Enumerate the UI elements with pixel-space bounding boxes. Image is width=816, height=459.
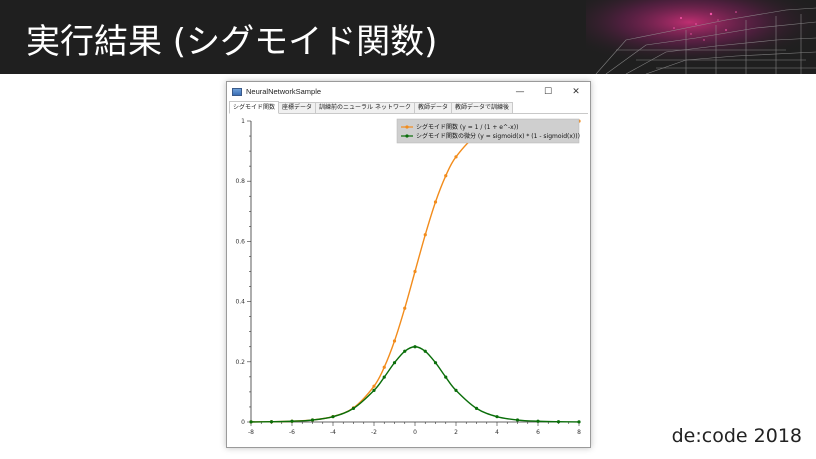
series-1-point (382, 375, 386, 379)
app-window: NeuralNetworkSample — ☐ ✕ シグモイド関数 座標データ … (226, 81, 591, 448)
series-0-point (433, 200, 438, 204)
y-tick-label: 0.2 (235, 359, 245, 366)
series-0-point (403, 306, 407, 310)
series-1-point (310, 418, 315, 422)
tab-untrained-network[interactable]: 訓練前のニューラル ネットワーク (315, 102, 415, 113)
x-tick-label: 6 (536, 429, 540, 436)
tab-teacher-data[interactable]: 教師データ (413, 102, 452, 113)
title-bar[interactable]: NeuralNetworkSample — ☐ ✕ (227, 82, 590, 101)
x-tick-label: 8 (577, 429, 581, 436)
series-1-point (454, 388, 458, 392)
series-0-point (444, 174, 448, 178)
series-1-point (403, 349, 407, 353)
x-tick-label: 4 (495, 429, 499, 436)
x-tick-label: -2 (371, 429, 377, 436)
x-tick-label: 0 (413, 429, 417, 436)
x-tick-label: 2 (454, 429, 458, 436)
tab-sigmoid[interactable]: シグモイド関数 (229, 101, 280, 114)
slide-header: 実行結果 (シグモイド関数) (0, 0, 816, 74)
series-1-point (536, 419, 540, 423)
chart-lines (249, 119, 581, 424)
series-0-point (423, 233, 427, 237)
minimize-button[interactable]: — (506, 82, 534, 101)
y-tick-label: 0.8 (235, 178, 245, 185)
event-label: de:code 2018 (671, 425, 802, 447)
series-1-point (556, 420, 561, 424)
series-1-point (515, 418, 520, 422)
series-1-point (444, 375, 448, 379)
series-0-point (372, 384, 376, 388)
series-1-point (474, 406, 479, 410)
y-tick-label: 1 (241, 118, 245, 125)
window-title: NeuralNetworkSample (246, 87, 322, 96)
legend-entry: シグモイド関数の微分 (y = sigmoid(x) * (1 - sigmoi… (416, 132, 580, 140)
slide-title: 実行結果 (シグモイド関数) (26, 22, 438, 62)
series-1-point (423, 349, 427, 353)
x-tick-label: -8 (248, 429, 254, 436)
chart-axes: -8 -6 -4 -2 0 2 4 6 8 0 0.2 0.4 0.6 0.8 1 (235, 118, 581, 436)
series-0-point (392, 339, 397, 343)
series-1-point (577, 420, 581, 424)
series-1-point (392, 361, 397, 365)
window-controls: — ☐ ✕ (506, 82, 590, 101)
city-skyline-decoration (586, 0, 816, 74)
chart-legend: シグモイド関数 (y = 1 / (1 + e^-x))シグモイド関数の微分 (… (396, 118, 580, 144)
maximize-button[interactable]: ☐ (534, 82, 562, 101)
app-icon (232, 87, 242, 96)
legend-swatch-marker (405, 134, 409, 138)
series-0-point (454, 155, 458, 159)
series-1-point (372, 388, 376, 392)
series-1-point (495, 415, 499, 419)
series-1-point (331, 415, 335, 419)
series-0-point (413, 269, 417, 274)
tab-coordinate-data[interactable]: 座標データ (278, 102, 317, 113)
series-1-point (413, 345, 417, 349)
series-1-point (433, 361, 438, 365)
series-1-point (269, 420, 274, 424)
series-line-1 (250, 346, 580, 423)
legend-swatch-marker (405, 125, 409, 129)
y-tick-label: 0.4 (235, 299, 245, 306)
close-button[interactable]: ✕ (562, 82, 590, 101)
plot-area: -8 -6 -4 -2 0 2 4 6 8 0 0.2 0.4 0.6 0.8 1 シグモイド関数 (y =… (229, 115, 588, 445)
series-1-point (351, 406, 356, 410)
legend-entry: シグモイド関数 (y = 1 / (1 + e^-x)) (416, 123, 518, 131)
sigmoid-chart: -8 -6 -4 -2 0 2 4 6 8 0 0.2 0.4 0.6 0.8 1 シグモイド関数 (y =… (235, 118, 581, 436)
series-1-point (290, 419, 294, 423)
x-tick-label: -6 (289, 429, 295, 436)
y-tick-label: 0 (241, 419, 245, 426)
series-0-point (382, 365, 386, 369)
y-tick-label: 0.6 (235, 238, 245, 245)
x-tick-label: -4 (330, 429, 336, 436)
tab-after-training[interactable]: 教師データで訓練後 (450, 102, 513, 113)
series-1-point (249, 420, 253, 424)
tab-strip: シグモイド関数 座標データ 訓練前のニューラル ネットワーク 教師データ 教師デ… (229, 101, 588, 114)
